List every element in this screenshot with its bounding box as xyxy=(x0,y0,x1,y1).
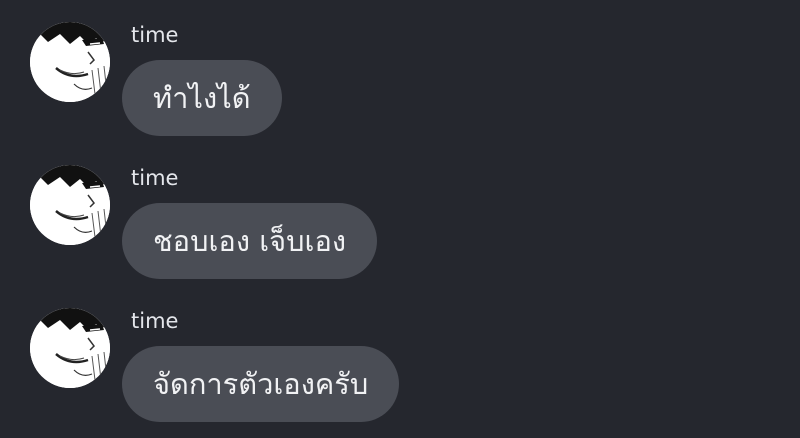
message-row: time จัดการตัวเองครับ xyxy=(0,286,800,429)
avatar[interactable] xyxy=(30,22,110,102)
message-bubble[interactable]: จัดการตัวเองครับ xyxy=(122,346,400,422)
sender-name: time xyxy=(131,166,179,190)
avatar[interactable] xyxy=(30,165,110,245)
message-row: time ชอบเอง เจ็บเอง xyxy=(0,143,800,286)
manga-face-avatar-icon xyxy=(30,308,110,388)
message-row: time ทำไงได้ xyxy=(0,0,800,143)
sender-name: time xyxy=(131,309,179,333)
manga-face-avatar-icon xyxy=(30,165,110,245)
message-bubble[interactable]: ชอบเอง เจ็บเอง xyxy=(122,203,378,279)
avatar[interactable] xyxy=(30,308,110,388)
manga-face-avatar-icon xyxy=(30,22,110,102)
message-bubble[interactable]: ทำไงได้ xyxy=(122,60,282,136)
chat-thread: time ทำไงได้ time ชอบเอง เจ็บเอง time จั… xyxy=(0,0,800,438)
sender-name: time xyxy=(131,23,179,47)
